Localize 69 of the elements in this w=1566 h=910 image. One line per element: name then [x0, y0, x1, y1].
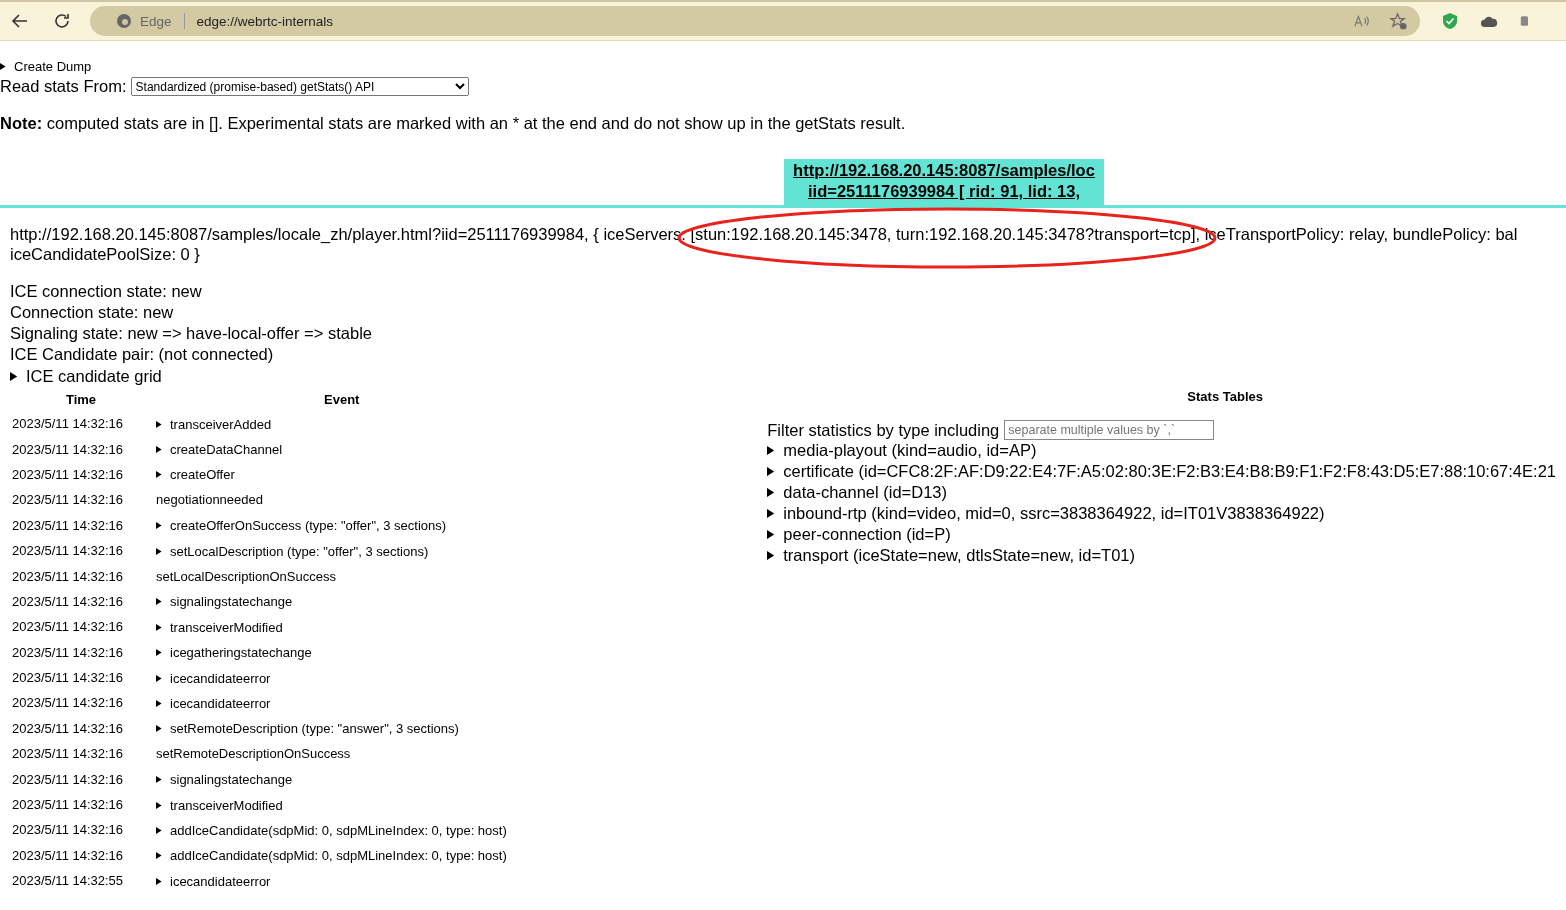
time-cell-text: 2023/5/11 14:32:16 [11, 491, 125, 510]
time-cell-text: 2023/5/11 14:32:16 [11, 694, 125, 713]
event-toggle[interactable]: addIceCandidate(sdpMid: 0, sdpMLineIndex: 0, type: host) [156, 848, 507, 864]
time-cell-text: 2023/5/11 14:32:16 [11, 592, 125, 611]
event-text: setLocalDescriptionOnSuccess [156, 568, 336, 584]
stats-api-dropdown[interactable]: Standardized (promise-based) getStats() API [130, 77, 469, 96]
note-text: Note: computed stats are in []. Experimental stats are marked with an * at the end and do not show up in the getStats result. [0, 114, 907, 133]
event-text: negotiationneeded [156, 492, 263, 508]
time-cell-text: 2023/5/11 14:32:16 [11, 669, 125, 688]
state-line: Connection state: new [10, 302, 175, 323]
time-cell-text: 2023/5/11 14:32:16 [11, 618, 125, 637]
stats-item-toggle[interactable]: media-playout (kind=audio, id=AP) [767, 440, 1556, 461]
column-header: Time [64, 390, 98, 409]
time-cell-text: 2023/5/11 14:32:16 [11, 796, 125, 815]
stats-item-toggle[interactable]: peer-connection (id=P) [767, 524, 1556, 545]
event-toggle[interactable]: setRemoteDescription (type: "answer", 3 sections) [156, 721, 459, 737]
favorite-star-icon[interactable] [1389, 11, 1408, 31]
event-toggle[interactable]: icegatheringstatechange [156, 645, 312, 661]
url-text: edge://webrtc-internals [196, 13, 334, 29]
stats-item-toggle[interactable]: data-channel (id=D13) [767, 482, 1556, 503]
time-cell-text: 2023/5/11 14:32:16 [11, 719, 125, 738]
event-toggle[interactable]: createOffer [156, 467, 235, 483]
filter-label: Filter statistics by type including [767, 420, 1000, 440]
time-cell-text: 2023/5/11 14:32:16 [11, 821, 125, 840]
event-toggle[interactable]: signalingstatechange [156, 772, 293, 788]
state-line: ICE Candidate pair: (not connected) [10, 344, 275, 365]
event-toggle[interactable]: icecandidateerror [156, 873, 271, 889]
cloud-icon[interactable] [1480, 14, 1498, 28]
event-toggle[interactable]: signalingstatechange [156, 594, 293, 610]
time-cell-text: 2023/5/11 14:32:16 [11, 415, 125, 434]
event-toggle[interactable]: transceiverModified [156, 619, 283, 635]
browser-logo-icon [116, 13, 132, 29]
candidate-grid-toggle[interactable]: ICE candidate grid [10, 366, 162, 387]
refresh-icon[interactable] [52, 11, 72, 31]
event-toggle[interactable]: createOfferOnSuccess (type: "offer", 3 sections) [156, 518, 447, 534]
stats-item-toggle[interactable]: inbound-rtp (kind=video, mid=0, ssrc=3838364922, id=IT01V3838364922) [767, 503, 1556, 524]
time-cell-text: 2023/5/11 14:32:16 [11, 440, 125, 459]
read-stats-label: Read stats From: [0, 77, 127, 96]
time-cell-text: 2023/5/11 14:32:16 [11, 542, 125, 561]
peer-connection-tab[interactable]: http://192.168.20.145:8087/samples/loc iid=2511176939984 [ rid: 91, lid: 13, [784, 159, 1104, 205]
stats-title: Stats Tables [1186, 389, 1264, 404]
event-text: setRemoteDescriptionOnSuccess [156, 746, 351, 762]
time-cell-text: 2023/5/11 14:32:16 [11, 770, 125, 789]
time-cell-text: 2023/5/11 14:32:16 [11, 643, 125, 662]
time-cell-text: 2023/5/11 14:32:16 [11, 465, 125, 484]
read-aloud-icon[interactable] [1353, 13, 1371, 29]
event-toggle[interactable]: setLocalDescription (type: "offer", 3 sections) [156, 543, 429, 559]
time-cell-text: 2023/5/11 14:32:16 [11, 745, 125, 764]
event-toggle[interactable]: addIceCandidate(sdpMid: 0, sdpMLineIndex: 0, type: host) [156, 822, 507, 838]
filter-field[interactable]: separate multiple values by `,` [1004, 420, 1215, 440]
event-toggle[interactable]: icecandidateerror [156, 696, 271, 711]
stats-item-toggle[interactable]: certificate (id=CFC8:2F:AF:D9:22:E4:7F:A5:02:80:3E:F2:B3:E4:B8:B9:F1:F2:F8:43:D5:E7:88:10:67:4E:21 [767, 461, 1556, 482]
extension-icon[interactable] [1520, 13, 1528, 29]
state-line: ICE connection state: new [10, 281, 203, 302]
shield-icon[interactable] [1442, 12, 1458, 30]
address-bar[interactable]: Edge edge://webrtc-internals [90, 6, 1420, 36]
event-toggle[interactable]: createDataChannel [156, 442, 283, 458]
stats-item-toggle[interactable]: transport (iceState=new, dtlsState=new, id=T01) [767, 545, 1556, 566]
event-toggle[interactable]: icecandidateerror [156, 670, 271, 686]
time-cell-text: 2023/5/11 14:32:55 [11, 872, 125, 891]
event-toggle[interactable]: transceiverAdded [156, 416, 272, 432]
create-dump-toggle[interactable]: Create Dump [0, 59, 1566, 74]
time-cell-text: 2023/5/11 14:32:16 [11, 846, 125, 865]
site-label: Edge [140, 13, 172, 29]
column-header: Event [323, 390, 361, 409]
state-line: Signaling state: new => have-local-offer => stable [10, 323, 373, 344]
event-toggle[interactable]: transceiverModified [156, 797, 283, 813]
time-cell-text: 2023/5/11 14:32:16 [11, 567, 125, 586]
time-cell-text: 2023/5/11 14:32:16 [11, 516, 125, 535]
